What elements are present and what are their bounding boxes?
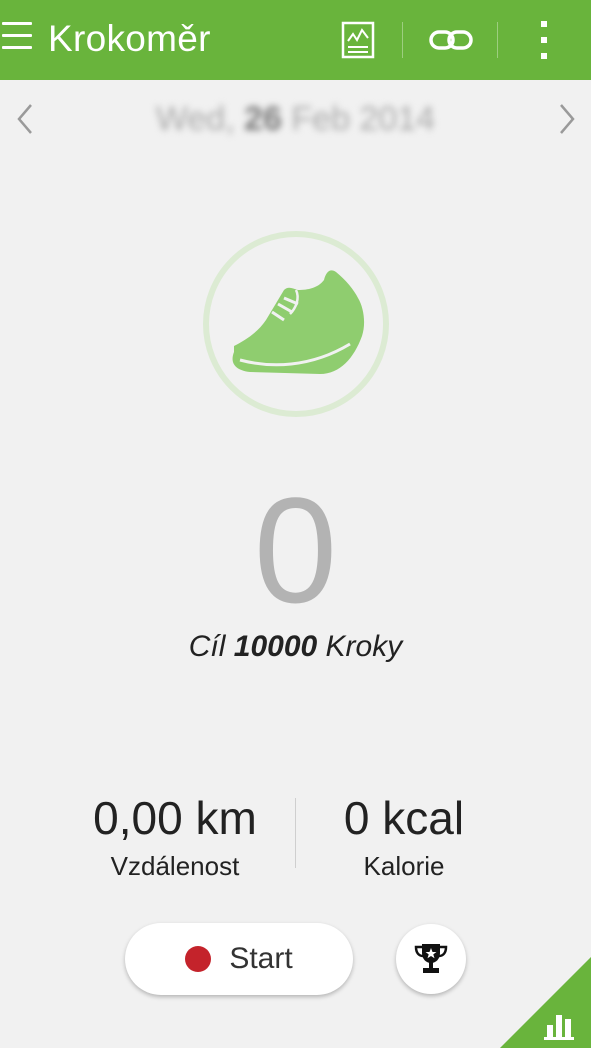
step-progress-ring [200,228,392,420]
report-icon [341,21,375,59]
step-goal: Cíl 10000 Kroky [0,630,591,664]
calories-value: 0 kcal [343,792,465,844]
shoe-icon [232,270,365,374]
distance-value: 0,00 km [93,792,257,844]
chevron-right-icon [560,104,575,134]
record-icon [185,946,212,972]
date-label: Wed, 26 Feb 2014 [100,96,491,142]
chevron-left-icon [17,104,32,134]
more-vert-icon [541,21,547,59]
date-day: 26 [244,100,282,138]
start-label: Start [229,942,293,975]
actionbar-divider [497,22,498,58]
distance-stat: 0,00 km Vzdálenost [45,790,305,884]
report-button[interactable] [330,0,386,80]
calories-label: Kalorie [363,851,445,881]
app-title: Krokoměr [48,18,211,59]
goal-value: 10000 [233,630,318,663]
calories-stat: 0 kcal Kalorie [274,790,534,884]
step-count: 0 [253,466,338,634]
action-bar: Krokoměr [0,0,591,80]
actionbar-divider [402,22,403,58]
goal-prefix: Cíl [188,630,226,663]
link-button[interactable] [418,0,484,80]
date-month-year: Feb 2014 [291,100,436,138]
more-options-button[interactable] [522,0,566,80]
link-icon [429,30,473,50]
start-button[interactable]: Start [125,923,353,995]
chart-corner-button[interactable] [500,957,591,1048]
menu-icon[interactable] [2,22,32,56]
trophy-icon [414,944,448,973]
previous-day-button[interactable] [10,96,40,142]
goal-suffix: Kroky [325,630,403,663]
date-weekday: Wed, [155,100,235,138]
next-day-button[interactable] [552,96,582,142]
distance-label: Vzdálenost [110,851,240,881]
achievements-button[interactable] [396,924,466,994]
